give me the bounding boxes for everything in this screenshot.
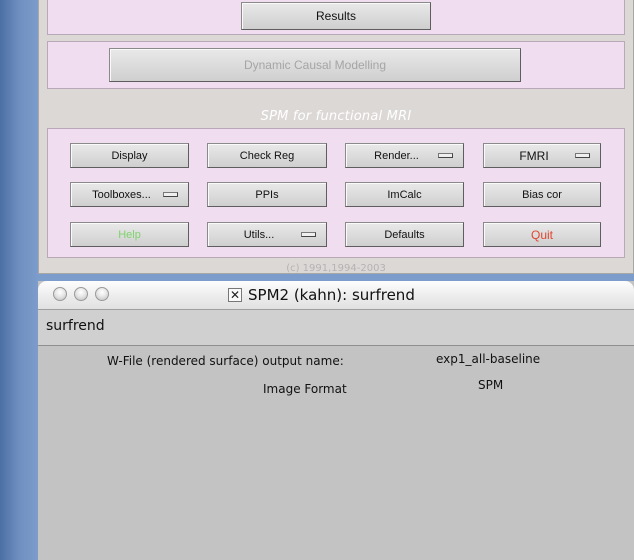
image-format-value[interactable]: SPM bbox=[478, 378, 503, 392]
close-window-icon[interactable] bbox=[53, 287, 67, 301]
toolboxes-label: Toolboxes... bbox=[92, 188, 151, 201]
image-format-label: Image Format bbox=[263, 382, 347, 396]
utils-menu-button[interactable]: Utils... bbox=[207, 222, 327, 247]
toolboxes-menu-button[interactable]: Toolboxes... bbox=[70, 182, 189, 207]
minimize-window-icon[interactable] bbox=[74, 287, 88, 301]
dialog-subheader: surfrend bbox=[38, 310, 634, 346]
copyright-text: (c) 1991,1994-2003 bbox=[286, 263, 386, 274]
defaults-button[interactable]: Defaults bbox=[345, 222, 464, 247]
surfrend-window: ✕ SPM2 (kahn): surfrend surfrend W-File … bbox=[38, 281, 634, 560]
window-title-text: SPM2 (kahn): surfrend bbox=[248, 286, 415, 304]
subheader-text: surfrend bbox=[46, 318, 105, 334]
ppis-button[interactable]: PPIs bbox=[207, 182, 327, 207]
results-button[interactable]: Results bbox=[241, 2, 431, 30]
display-button[interactable]: Display bbox=[70, 143, 189, 168]
menu-indicator-icon bbox=[301, 231, 316, 237]
zoom-window-icon[interactable] bbox=[95, 287, 109, 301]
bias-cor-label: Bias cor bbox=[522, 188, 562, 201]
display-label: Display bbox=[111, 149, 148, 162]
output-name-label: W-File (rendered surface) output name: bbox=[107, 354, 344, 368]
check-reg-label: Check Reg bbox=[239, 149, 295, 162]
ppis-label: PPIs bbox=[255, 188, 279, 201]
spm-buttons-panel: Display Check Reg Render... FMRI Toolbox… bbox=[47, 128, 625, 258]
check-reg-button[interactable]: Check Reg bbox=[207, 143, 327, 168]
imcalc-label: ImCalc bbox=[387, 188, 422, 201]
fmri-menu-button[interactable]: FMRI bbox=[483, 143, 601, 168]
spm-menu-window: Results Dynamic Causal Modelling SPM for… bbox=[38, 0, 634, 274]
help-label: Help bbox=[118, 228, 141, 241]
render-label: Render... bbox=[374, 149, 419, 162]
menu-indicator-icon bbox=[575, 152, 590, 158]
output-name-value[interactable]: exp1_all-baseline bbox=[436, 352, 540, 366]
window-title: ✕ SPM2 (kahn): surfrend bbox=[228, 285, 415, 305]
dcm-panel: Dynamic Causal Modelling bbox=[47, 41, 625, 89]
bias-cor-button[interactable]: Bias cor bbox=[483, 182, 601, 207]
defaults-label: Defaults bbox=[384, 228, 425, 241]
quit-button[interactable]: Quit bbox=[483, 222, 601, 247]
help-button[interactable]: Help bbox=[70, 222, 189, 247]
window-titlebar[interactable]: ✕ SPM2 (kahn): surfrend bbox=[38, 281, 634, 310]
results-panel: Results bbox=[47, 0, 625, 35]
dcm-button[interactable]: Dynamic Causal Modelling bbox=[109, 48, 521, 82]
quit-label: Quit bbox=[530, 227, 553, 242]
spm-caption: SPM for functional MRI bbox=[260, 109, 412, 124]
menu-indicator-icon bbox=[438, 152, 453, 158]
utils-label: Utils... bbox=[243, 228, 275, 241]
menu-indicator-icon bbox=[163, 191, 178, 197]
fmri-label: FMRI bbox=[519, 148, 549, 163]
imcalc-button[interactable]: ImCalc bbox=[345, 182, 464, 207]
render-menu-button[interactable]: Render... bbox=[345, 143, 464, 168]
x11-icon: ✕ bbox=[228, 288, 242, 302]
